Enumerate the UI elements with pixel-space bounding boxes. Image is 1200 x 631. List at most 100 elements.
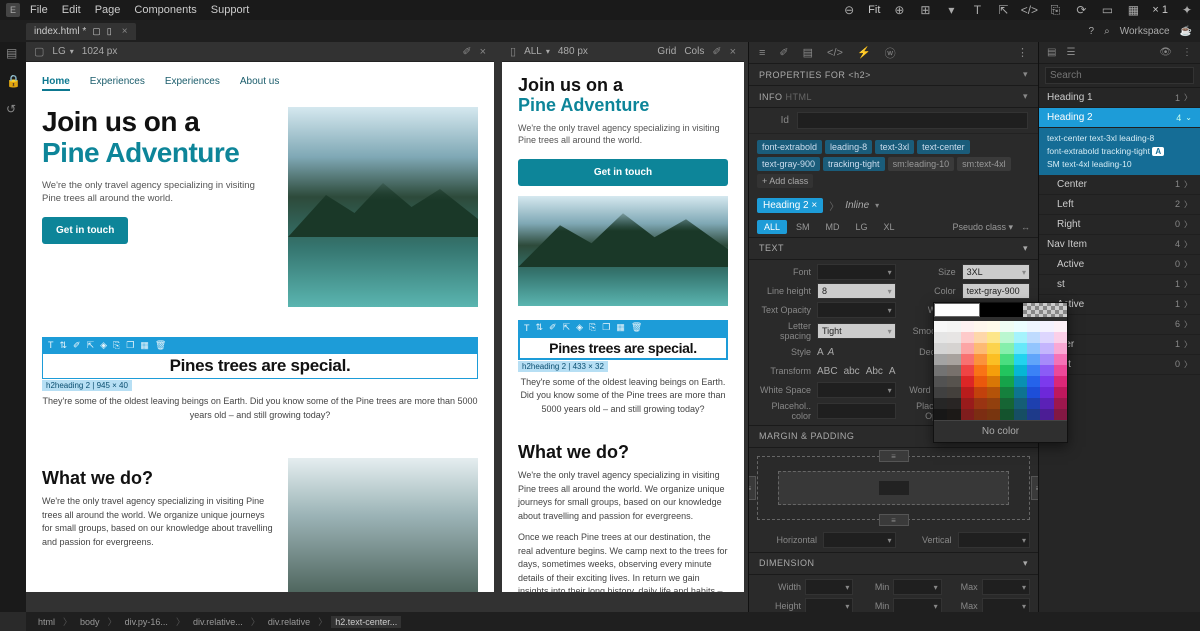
tree-list-icon[interactable]: ☰ xyxy=(1066,47,1075,58)
color-grid[interactable] xyxy=(934,321,1067,420)
max-width-select[interactable] xyxy=(982,579,1030,595)
class-tag[interactable]: font-extrabold xyxy=(757,140,822,154)
bc-div-3[interactable]: div.relative xyxy=(264,616,314,628)
menu-edit[interactable]: Edit xyxy=(62,4,81,16)
search-icon[interactable]: ⌕ xyxy=(1104,26,1110,37)
edit-icon[interactable]: ✐ xyxy=(712,45,721,58)
mode-code-icon[interactable]: </> xyxy=(827,47,843,59)
nav-experiences-1[interactable]: Experiences xyxy=(90,76,145,91)
size-select[interactable]: 3XL xyxy=(962,264,1030,280)
code-tool-icon[interactable]: </> xyxy=(1022,3,1036,17)
swatch-transparent[interactable] xyxy=(1023,303,1067,317)
layout-icon[interactable]: ▦ xyxy=(1126,3,1140,17)
lock-icon[interactable]: 🔒 xyxy=(6,74,20,88)
nav-home[interactable]: Home xyxy=(42,76,70,91)
hero-heading-sm[interactable]: Join us on a Pine Adventure xyxy=(518,76,728,116)
what-we-do-text-2-sm[interactable]: Once we reach Pine trees at our destinat… xyxy=(518,531,728,592)
selector-crumb[interactable]: Heading 2 × xyxy=(757,198,823,213)
color-select[interactable]: text-gray-900 xyxy=(962,283,1030,299)
menu-support[interactable]: Support xyxy=(211,4,250,16)
tool-delete-icon[interactable]: 🗑 xyxy=(155,340,166,351)
zoom-in-icon[interactable]: ⊕ xyxy=(892,3,906,17)
nav-about[interactable]: About us xyxy=(240,76,279,91)
add-box-icon[interactable]: ⊞ xyxy=(918,3,932,17)
class-tag-responsive[interactable]: sm:text-4xl xyxy=(957,157,1011,171)
class-tag[interactable]: leading-8 xyxy=(825,140,872,154)
file-tab[interactable]: index.html * ▢ ▯ × xyxy=(26,23,136,40)
workspace-label[interactable]: Workspace xyxy=(1120,26,1170,37)
selection-toolbar-sm[interactable]: T⇅✐⇱◈⎘❐▦🗑 xyxy=(518,320,728,336)
hero-image-sm[interactable] xyxy=(518,196,728,306)
bp-sm[interactable]: SM xyxy=(789,220,817,234)
bp-md[interactable]: MD xyxy=(819,220,847,234)
script-tool-icon[interactable]: ⎘ xyxy=(1048,3,1062,17)
class-tag[interactable]: text-gray-900 xyxy=(757,157,820,171)
width-select[interactable] xyxy=(805,579,853,595)
tree-item-heading-1[interactable]: Heading 11〉 xyxy=(1039,88,1200,108)
transform-buttons[interactable]: ABCabcAbcA xyxy=(817,366,896,377)
add-class-button[interactable]: + Add class xyxy=(757,174,813,188)
mode-action-icon[interactable]: ⚡ xyxy=(857,46,871,59)
tab-device-desktop-icon[interactable]: ▢ xyxy=(92,26,101,37)
paragraph-1[interactable]: They're some of the oldest leaving being… xyxy=(42,395,478,422)
help-icon[interactable]: ? xyxy=(1089,26,1095,37)
expand-icon[interactable]: ↔ xyxy=(1021,222,1030,232)
canvas-lg[interactable]: Home Experiences Experiences About us Jo… xyxy=(26,62,494,592)
selector-inline[interactable]: Inline xyxy=(845,200,869,211)
margin-right-handle[interactable]: ≡ xyxy=(1031,476,1038,500)
margin-top-handle[interactable]: ≡ xyxy=(879,450,909,462)
history-icon[interactable]: ↺ xyxy=(6,102,20,116)
tree-item-left[interactable]: Left2〉 xyxy=(1039,195,1200,215)
bc-div-2[interactable]: div.relative... xyxy=(189,616,247,628)
bp-all[interactable]: ALL xyxy=(757,220,787,234)
tab-device-mobile-icon[interactable]: ▯ xyxy=(107,26,112,37)
tool-text-icon[interactable]: T xyxy=(48,340,54,350)
bc-body[interactable]: body xyxy=(76,616,104,628)
bc-h2[interactable]: h2.text-center... xyxy=(331,616,401,628)
bc-div-1[interactable]: div.py-16... xyxy=(121,616,172,628)
tree-item-navitem[interactable]: Nav Item4〉 xyxy=(1039,235,1200,255)
placeholdercolor-select[interactable] xyxy=(817,403,896,419)
zoom-out-icon[interactable]: ⊖ xyxy=(842,3,856,17)
menu-file[interactable]: File xyxy=(30,4,48,16)
font-select[interactable] xyxy=(817,264,896,280)
hero-cta-button-sm[interactable]: Get in touch xyxy=(518,159,728,186)
min-width-select[interactable] xyxy=(893,579,941,595)
hero-subtext[interactable]: We're the only travel agency specializin… xyxy=(42,179,274,206)
tool-link-icon[interactable]: ⇱ xyxy=(87,340,95,351)
text-tool-icon[interactable]: T xyxy=(970,3,984,17)
what-we-do-heading[interactable]: What we do? xyxy=(42,468,274,489)
tree-menu-icon[interactable]: ⋮ xyxy=(1182,47,1192,58)
edit-icon[interactable]: ✐ xyxy=(462,45,471,58)
pseudo-class-dropdown[interactable]: Pseudo class ▾ xyxy=(952,222,1013,233)
selection-toolbar[interactable]: T ⇅ ✐ ⇱ ◈ ⎘ ❐ ▦ 🗑 xyxy=(42,337,478,353)
link-tool-icon[interactable]: ⇱ xyxy=(996,3,1010,17)
class-tag-responsive[interactable]: sm:leading-10 xyxy=(888,157,955,171)
mode-style-icon[interactable]: ≡ xyxy=(759,47,765,59)
close-viewport-icon[interactable]: × xyxy=(480,46,486,58)
bp-lg[interactable]: LG xyxy=(849,220,875,234)
id-input[interactable] xyxy=(797,112,1028,129)
class-tag[interactable]: tracking-tight xyxy=(823,157,885,171)
tab-close-icon[interactable]: × xyxy=(122,26,128,37)
height-select[interactable] xyxy=(805,598,853,612)
margin-padding-box[interactable]: ≡ ≡ ≡ ≡ xyxy=(749,448,1038,528)
tree-item-center[interactable]: Center1〉 xyxy=(1039,175,1200,195)
add-down-icon[interactable]: ▾ xyxy=(944,3,958,17)
lineheight-select[interactable]: 8 xyxy=(817,283,896,299)
what-we-do-heading-sm[interactable]: What we do? xyxy=(518,442,728,463)
mode-wp-icon[interactable]: ⓦ xyxy=(885,45,896,61)
letterspacing-select[interactable]: Tight xyxy=(817,323,896,339)
color-picker-popup[interactable]: No color xyxy=(933,302,1068,443)
dimension-header[interactable]: DIMENSION▾ xyxy=(749,552,1038,575)
device-icon[interactable]: ▭ xyxy=(1100,3,1114,17)
preview-icon[interactable]: ✦ xyxy=(1180,3,1194,17)
grid-toggle[interactable]: Grid xyxy=(657,46,676,57)
class-tag[interactable]: text-center xyxy=(917,140,970,154)
horizontal-select[interactable] xyxy=(823,532,896,548)
swatch-black[interactable] xyxy=(980,303,1024,317)
tool-grid-icon[interactable]: ▦ xyxy=(140,340,149,351)
textopacity-select[interactable] xyxy=(817,302,896,318)
tree-search-input[interactable] xyxy=(1045,67,1194,84)
tree-item-st[interactable]: st1〉 xyxy=(1039,275,1200,295)
